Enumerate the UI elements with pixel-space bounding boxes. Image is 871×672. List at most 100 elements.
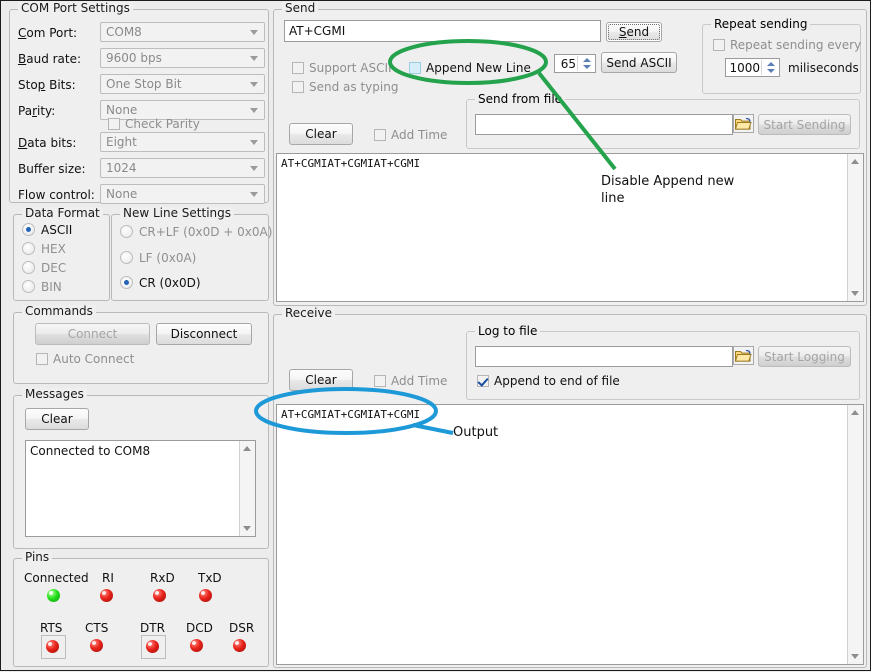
data-bits-label: Data bits: [18, 136, 76, 150]
disconnect-button[interactable]: Disconnect [156, 323, 252, 345]
spinner-down-icon[interactable] [767, 69, 775, 73]
log-to-file-title: Log to file [475, 324, 540, 338]
send-command-input[interactable]: AT+CGMI [284, 20, 601, 42]
send-from-file-input[interactable] [475, 114, 733, 135]
receive-clear-button[interactable]: Clear [289, 369, 353, 391]
start-sending-button[interactable]: Start Sending [758, 114, 851, 135]
pin-label-dsr: DSR [229, 621, 254, 635]
send-log-scrollbar[interactable] [847, 154, 863, 301]
stop-bits-value: One Stop Bit [106, 77, 182, 91]
data-format-title: Data Format [22, 207, 103, 219]
new-line-settings-panel: New Line Settings CR+LF (0x0D + 0x0A) LF… [111, 214, 269, 301]
pins-title: Pins [22, 551, 52, 563]
com-port-settings-panel: COM Port Settings Com Port: COM8 Baud ra… [9, 9, 269, 203]
receive-add-time-checkbox[interactable]: Add Time [374, 375, 447, 388]
chevron-down-icon [250, 82, 258, 87]
spinner-up-icon[interactable] [767, 62, 775, 66]
connect-button[interactable]: Connect [35, 323, 150, 345]
chevron-down-icon [250, 56, 258, 61]
pin-label-dtr: DTR [140, 621, 165, 635]
ascii-code-spinner[interactable]: 65 [554, 54, 596, 73]
pin-label-cts: CTS [85, 621, 108, 635]
send-log[interactable]: AT+CGMIAT+CGMIAT+CGMI [276, 153, 864, 302]
messages-log[interactable]: Connected to COM8 [25, 440, 256, 537]
com-port-combo[interactable]: COM8 [100, 22, 265, 42]
repeat-sending-checkbox[interactable]: Repeat sending every [713, 39, 861, 52]
commands-panel: Commands Connect Disconnect Auto Connect [13, 312, 269, 384]
folder-open-icon[interactable] [733, 114, 754, 133]
send-panel: Send AT+CGMI Send Send ASCII Support ASC… [273, 9, 867, 306]
pin-label-rts: RTS [40, 621, 62, 635]
stop-bits-combo[interactable]: One Stop Bit [100, 74, 265, 94]
parity-value: None [106, 103, 137, 117]
flow-control-label: Flow control: [18, 188, 95, 202]
radio-cr[interactable]: CR (0x0D) [120, 276, 201, 290]
scroll-up-icon[interactable] [851, 410, 859, 415]
check-parity-checkbox[interactable]: Check Parity [108, 118, 200, 131]
send-from-file-panel: Send from file Start Sending [466, 99, 860, 149]
receive-log[interactable]: AT+CGMIAT+CGMIAT+CGMI [276, 404, 864, 665]
radio-lf[interactable]: LF (0x0A) [120, 251, 196, 265]
send-add-time-checkbox[interactable]: Add Time [374, 129, 447, 142]
start-logging-button[interactable]: Start Logging [758, 346, 851, 367]
log-to-file-input[interactable] [475, 346, 733, 367]
append-new-line-checkbox[interactable]: Append New Line [409, 62, 531, 75]
scroll-up-icon[interactable] [243, 446, 251, 451]
scroll-down-icon[interactable] [851, 654, 859, 659]
data-bits-combo[interactable]: Eight [100, 132, 265, 152]
pin-label-dcd: DCD [186, 621, 213, 635]
receive-log-text: AT+CGMIAT+CGMIAT+CGMI [281, 408, 420, 421]
radio-hex[interactable]: HEX [22, 242, 66, 256]
messages-scrollbar[interactable] [239, 441, 255, 536]
buffer-size-label: Buffer size: [18, 162, 86, 176]
scroll-up-icon[interactable] [851, 159, 859, 164]
pin-led-rxd [153, 589, 166, 602]
send-command-value: AT+CGMI [289, 24, 345, 38]
stop-bits-label: Stop Bits: [18, 78, 76, 92]
repeat-sending-panel: Repeat sending Repeat sending every 1000… [702, 24, 861, 94]
chevron-down-icon [250, 192, 258, 197]
baud-rate-value: 9600 bps [106, 51, 162, 65]
scroll-down-icon[interactable] [243, 526, 251, 531]
send-ascii-button[interactable]: Send ASCII [601, 52, 677, 73]
messages-clear-button[interactable]: Clear [25, 408, 89, 430]
ascii-code-value: 65 [561, 57, 576, 71]
pin-led-cts [90, 639, 103, 652]
repeat-sending-title: Repeat sending [711, 17, 810, 31]
data-format-panel: Data Format ASCII HEX DEC BIN [13, 214, 110, 301]
append-to-end-checkbox[interactable]: Append to end of file [477, 375, 620, 388]
flow-control-value: None [106, 187, 137, 201]
spinner-up-icon[interactable] [583, 58, 591, 62]
flow-control-combo[interactable]: None [100, 184, 265, 204]
pin-label-ri: RI [102, 571, 114, 585]
scroll-down-icon[interactable] [851, 291, 859, 296]
send-button-label: Send [619, 26, 649, 38]
receive-log-scrollbar[interactable] [847, 405, 863, 664]
pin-led-dcd [190, 639, 203, 652]
pin-label-connected: Connected [24, 571, 89, 585]
support-ascii-checkbox[interactable]: Support ASCII [292, 62, 392, 75]
radio-dec[interactable]: DEC [22, 261, 66, 275]
spinner-down-icon[interactable] [583, 65, 591, 69]
send-as-typing-checkbox[interactable]: Send as typing [292, 81, 398, 94]
radio-ascii[interactable]: ASCII [22, 223, 72, 237]
pin-button-dtr[interactable] [141, 635, 166, 659]
radio-bin[interactable]: BIN [22, 280, 62, 294]
pin-button-rts[interactable] [41, 635, 66, 659]
pin-led-ri [100, 589, 113, 602]
baud-rate-combo[interactable]: 9600 bps [100, 48, 265, 68]
repeat-interval-spinner[interactable]: 1000 [725, 58, 780, 77]
chevron-down-icon [250, 140, 258, 145]
com-port-value: COM8 [106, 25, 142, 39]
buffer-size-combo[interactable]: 1024 [100, 158, 265, 178]
send-button[interactable]: Send [606, 22, 662, 42]
com-port-label: Com Port: [18, 26, 77, 40]
pin-label-txd: TxD [198, 571, 222, 585]
send-clear-button[interactable]: Clear [289, 123, 353, 145]
auto-connect-checkbox[interactable]: Auto Connect [36, 353, 134, 366]
parity-label: Parity: [18, 104, 55, 118]
chevron-down-icon [250, 166, 258, 171]
radio-crlf[interactable]: CR+LF (0x0D + 0x0A) [120, 225, 272, 239]
folder-open-icon[interactable] [733, 346, 754, 365]
send-from-file-title: Send from file [475, 92, 565, 106]
